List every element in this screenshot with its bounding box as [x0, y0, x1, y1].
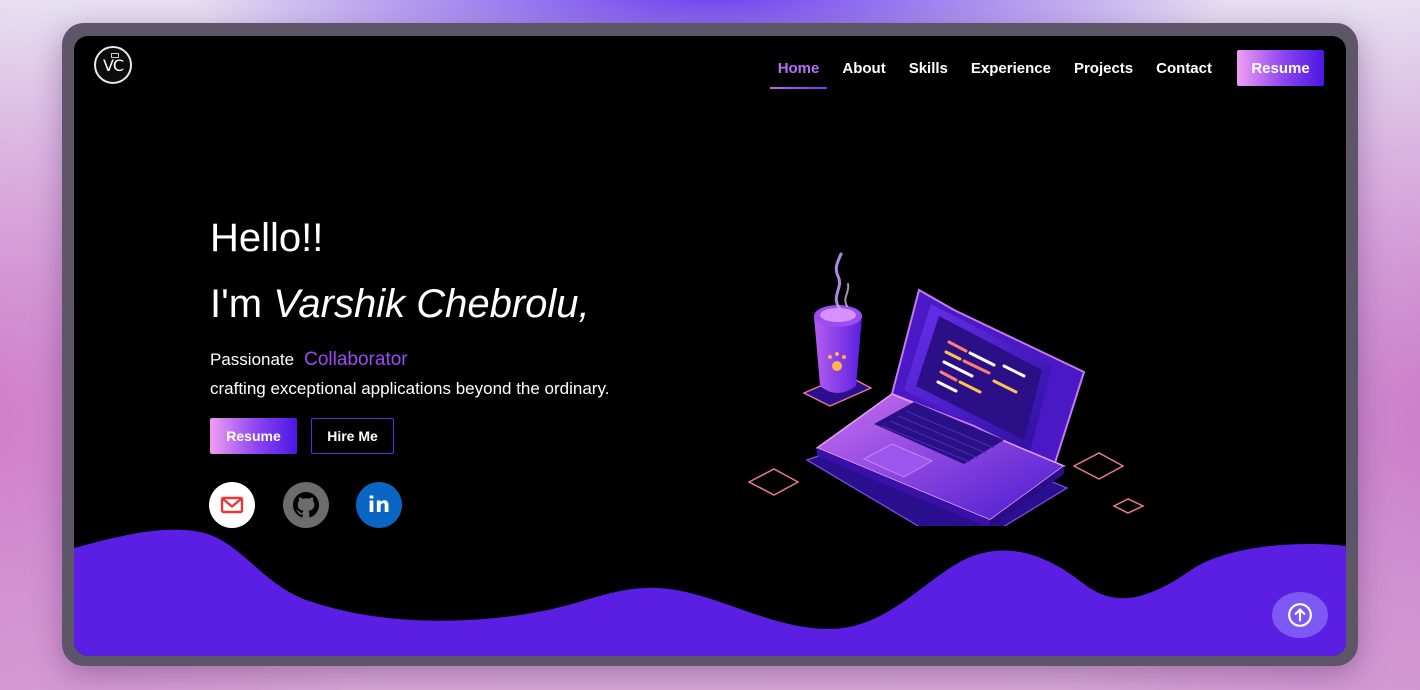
site-logo[interactable]: VC — [94, 46, 132, 84]
nav-skills[interactable]: Skills — [909, 52, 948, 85]
hero-resume-button[interactable]: Resume — [210, 418, 297, 454]
website-screen: VC Home About Skills Experience Projects… — [74, 36, 1346, 656]
hero-tagline: crafting exceptional applications beyond… — [210, 379, 610, 398]
hire-me-button[interactable]: Hire Me — [311, 418, 394, 454]
linkedin-icon: in — [367, 493, 391, 517]
hero-wave-background — [74, 529, 1346, 656]
arrow-up-circle-icon — [1288, 603, 1312, 627]
hero-passion: Passionate Collaborator — [210, 349, 408, 371]
nav-projects[interactable]: Projects — [1074, 52, 1133, 85]
github-icon — [293, 492, 319, 518]
hero-name: Varshik Chebrolu, — [273, 282, 590, 326]
logo-mark-icon — [111, 53, 119, 58]
nav-experience[interactable]: Experience — [971, 52, 1051, 85]
github-link[interactable] — [283, 482, 329, 528]
linkedin-link[interactable]: in — [356, 482, 402, 528]
logo-text: VC — [102, 55, 124, 75]
nav-about[interactable]: About — [842, 52, 885, 85]
passion-prefix: Passionate — [210, 350, 295, 369]
hero-greeting: Hello!! — [210, 216, 324, 260]
hero-role: Collaborator — [304, 349, 408, 370]
main-nav: Home About Skills Experience Projects Co… — [747, 50, 1324, 89]
gmail-icon — [220, 496, 244, 514]
scroll-to-top-button[interactable] — [1272, 592, 1328, 638]
hero-intro: I'm Varshik Chebrolu, — [210, 282, 590, 327]
nav-home[interactable]: Home — [769, 52, 828, 89]
nav-resume-button[interactable]: Resume — [1237, 50, 1324, 86]
intro-prefix: I'm — [210, 282, 263, 326]
laptop-coffee-illustration — [747, 252, 1145, 526]
gmail-link[interactable] — [209, 482, 255, 528]
nav-contact[interactable]: Contact — [1156, 52, 1212, 85]
